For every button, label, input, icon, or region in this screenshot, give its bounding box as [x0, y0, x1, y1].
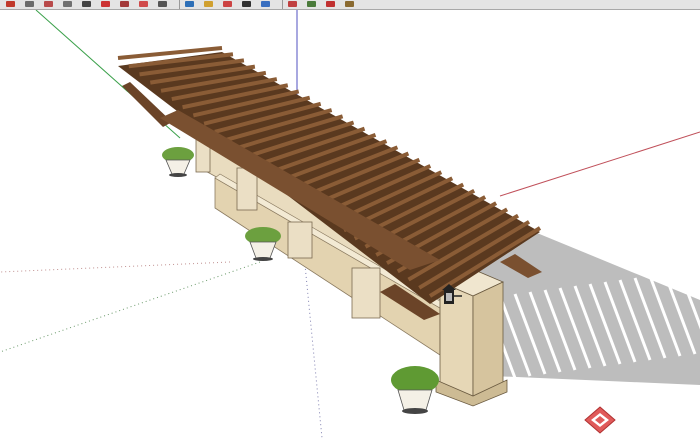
toolbar-separator: [179, 0, 180, 9]
section-icon[interactable]: [345, 1, 354, 7]
toolbar-separator: [282, 0, 283, 9]
pan-icon[interactable]: [242, 1, 251, 7]
offset-icon[interactable]: [139, 1, 148, 7]
rotate-icon[interactable]: [101, 1, 110, 7]
stone-post-3: [287, 221, 313, 259]
paint-icon[interactable]: [63, 1, 72, 7]
planter-3: [391, 366, 439, 414]
stone-post-4: [351, 267, 381, 319]
zoom-icon[interactable]: [261, 1, 270, 7]
eraser-icon[interactable]: [6, 1, 15, 7]
watermark-logo-icon: [584, 406, 616, 434]
orbit-icon[interactable]: [223, 1, 232, 7]
red-axis-dotted: [0, 261, 231, 273]
planter-1: [162, 147, 194, 177]
planter-2: [245, 227, 281, 261]
sketchup-window: [0, 0, 700, 438]
blue-axis-dotted: [304, 264, 323, 438]
select-icon[interactable]: [82, 1, 91, 7]
drawing-viewport[interactable]: [0, 10, 700, 438]
zoom-extents-icon[interactable]: [288, 1, 297, 7]
toolbar: [0, 0, 700, 10]
model-canvas[interactable]: [0, 10, 700, 438]
green-axis-dotted: [0, 261, 261, 353]
layers-icon[interactable]: [307, 1, 316, 7]
dimension-icon[interactable]: [185, 1, 194, 7]
red-axis-line: [499, 131, 700, 197]
pencil-icon[interactable]: [25, 1, 34, 7]
text-icon[interactable]: [204, 1, 213, 7]
tape-icon[interactable]: [158, 1, 167, 7]
shape-icon[interactable]: [44, 1, 53, 7]
pushpull-icon[interactable]: [120, 1, 129, 7]
components-icon[interactable]: [326, 1, 335, 7]
